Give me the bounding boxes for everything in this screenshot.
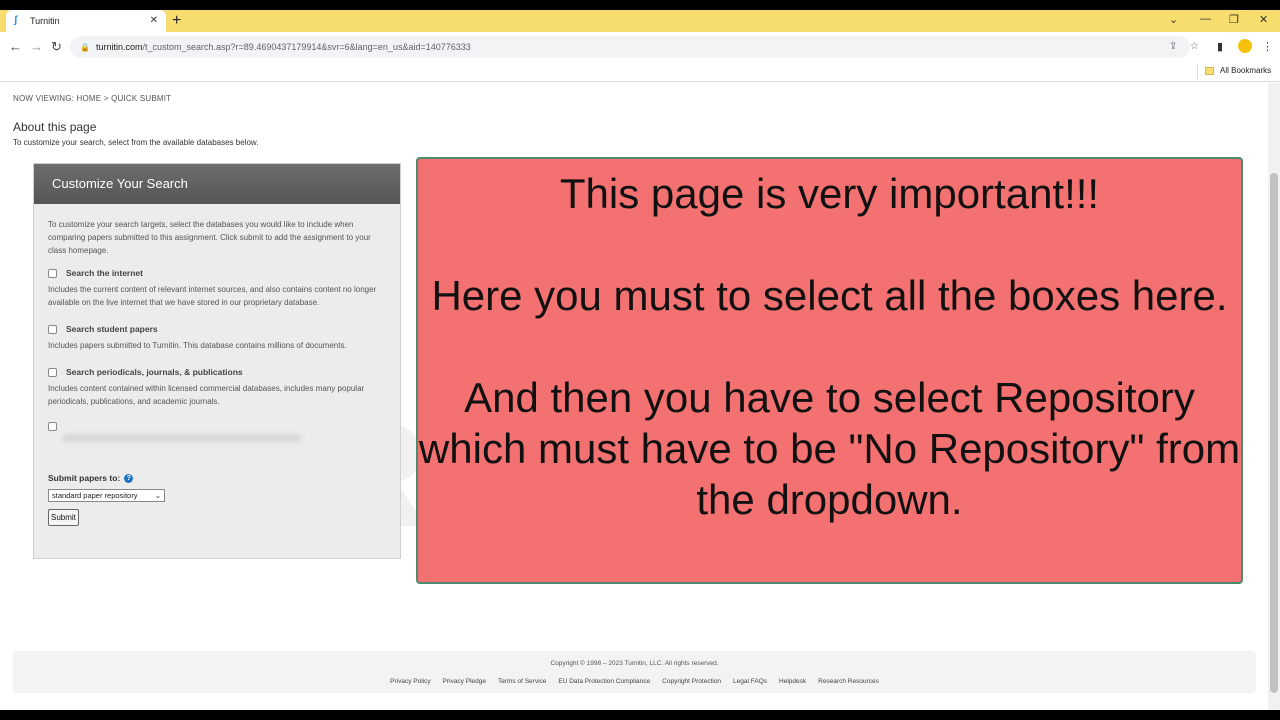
repository-select[interactable]: standard paper repository ⌄ <box>48 489 165 502</box>
notice-line-2: Here you must to select all the boxes he… <box>431 272 1228 319</box>
copyright-text: Copyright © 1998 – 2023 Turnitin, LLC. A… <box>550 660 719 667</box>
page-footer: Copyright © 1998 – 2023 Turnitin, LLC. A… <box>13 651 1256 693</box>
reload-icon[interactable]: ↻ <box>51 39 62 55</box>
menu-kebab-icon[interactable]: ⋮ <box>1262 40 1273 53</box>
back-icon[interactable]: ← <box>9 39 22 55</box>
side-panel-icon[interactable]: ▮ <box>1217 40 1223 53</box>
option-description: Includes papers submitted to Turnitin. T… <box>48 341 347 350</box>
page-scrollbar[interactable] <box>1268 83 1280 710</box>
option-label: Search the internet <box>66 268 143 278</box>
tab-turnitin[interactable]: ʃ Turnitin ✕ <box>6 10 166 32</box>
close-window-icon[interactable]: ✕ <box>1259 13 1268 26</box>
footer-link-research[interactable]: Research Resources <box>818 678 879 685</box>
option-periodicals: Search periodicals, journals, & publicat… <box>48 366 386 408</box>
close-tab-icon[interactable]: ✕ <box>150 15 158 26</box>
lock-icon[interactable]: 🔒 <box>80 43 90 52</box>
breadcrumb: NOW VIEWING: HOME > QUICK SUBMIT <box>13 94 171 103</box>
new-tab-icon[interactable]: + <box>172 12 181 30</box>
url-host: turnitin.com <box>95 42 143 52</box>
turnitin-logo-icon: ʃ <box>14 15 18 26</box>
option-student-papers: Search student papers Includes papers su… <box>48 323 386 352</box>
tab-strip: ʃ Turnitin ✕ + ⌄ — ❐ ✕ <box>0 10 1280 32</box>
page-title: About this page <box>13 120 97 134</box>
breadcrumb-current: QUICK SUBMIT <box>111 94 172 103</box>
share-icon[interactable]: ⇪ <box>1169 41 1177 52</box>
submit-to-text: Submit papers to: <box>48 473 121 483</box>
page-content: TGQ SERVICES NOW VIEWING: HOME > QUICK S… <box>0 83 1268 710</box>
submit-button[interactable]: Submit <box>48 509 79 526</box>
minimize-icon[interactable]: — <box>1200 13 1211 25</box>
tab-title: Turnitin <box>30 16 60 26</box>
footer-link-privacy-pledge[interactable]: Privacy Pledge <box>443 678 486 685</box>
all-bookmarks-button[interactable]: All Bookmarks <box>1205 66 1271 75</box>
notice-line-3: And then you have to select Repository w… <box>418 374 1241 523</box>
submit-to-label: Submit papers to: ? <box>48 472 386 485</box>
footer-links: Privacy Policy Privacy Pledge Terms of S… <box>13 678 1256 685</box>
footer-link-privacy-policy[interactable]: Privacy Policy <box>390 678 430 685</box>
folder-icon <box>1205 66 1214 75</box>
footer-link-legal-faqs[interactable]: Legal FAQs <box>733 678 767 685</box>
address-bar[interactable]: 🔒 turnitin.com /t_custom_search.asp?r=89… <box>70 36 1190 58</box>
bookmarks-divider <box>1197 65 1198 79</box>
breadcrumb-separator: > <box>103 94 109 103</box>
browser-window: ʃ Turnitin ✕ + ⌄ — ❐ ✕ ← → ↻ 🔒 turnitin.… <box>0 10 1280 710</box>
footer-link-copyright[interactable]: Copyright Protection <box>662 678 721 685</box>
option-redacted <box>48 422 386 431</box>
profile-avatar[interactable] <box>1238 39 1252 53</box>
scrollbar-thumb[interactable] <box>1270 173 1278 693</box>
option-label: Search periodicals, journals, & publicat… <box>66 367 243 377</box>
periodicals-checkbox[interactable] <box>48 368 57 377</box>
footer-link-eu-data[interactable]: EU Data Protection Compliance <box>558 678 650 685</box>
option-internet: Search the internet Includes the current… <box>48 267 386 309</box>
forward-icon[interactable]: → <box>30 39 43 55</box>
bookmarks-bar: All Bookmarks <box>0 62 1280 82</box>
help-icon[interactable]: ? <box>124 474 134 483</box>
bookmark-star-icon[interactable]: ☆ <box>1190 41 1199 52</box>
notice-line-1: This page is very important!!! <box>559 170 1100 217</box>
instruction-overlay: This page is very important!!! Here you … <box>416 157 1243 584</box>
student-papers-checkbox[interactable] <box>48 325 57 334</box>
restore-icon[interactable]: ❐ <box>1229 13 1239 26</box>
footer-link-terms[interactable]: Terms of Service <box>498 678 546 685</box>
tab-search-icon[interactable]: ⌄ <box>1169 13 1178 26</box>
panel-intro: To customize your search targets, select… <box>48 220 371 255</box>
chevron-down-icon: ⌄ <box>154 491 161 500</box>
page-description: To customize your search, select from th… <box>13 138 259 147</box>
repository-selected-value: standard paper repository <box>52 491 138 500</box>
option-label: Search student papers <box>66 324 158 334</box>
option-description: Includes content contained within licens… <box>48 384 365 406</box>
footer-link-helpdesk[interactable]: Helpdesk <box>779 678 806 685</box>
breadcrumb-home-link[interactable]: HOME <box>77 94 102 103</box>
redacted-text <box>62 434 302 442</box>
redacted-checkbox[interactable] <box>48 422 57 431</box>
all-bookmarks-label: All Bookmarks <box>1220 66 1272 75</box>
breadcrumb-prefix: NOW VIEWING: <box>13 94 75 103</box>
panel-title: Customize Your Search <box>34 164 400 204</box>
customize-search-panel: Customize Your Search To customize your … <box>33 163 401 559</box>
option-description: Includes the current content of relevant… <box>48 285 377 307</box>
internet-checkbox[interactable] <box>48 269 57 278</box>
url-path: /t_custom_search.asp?r=89.4690437179914&… <box>142 42 471 52</box>
browser-toolbar: ← → ↻ 🔒 turnitin.com /t_custom_search.as… <box>0 32 1280 62</box>
